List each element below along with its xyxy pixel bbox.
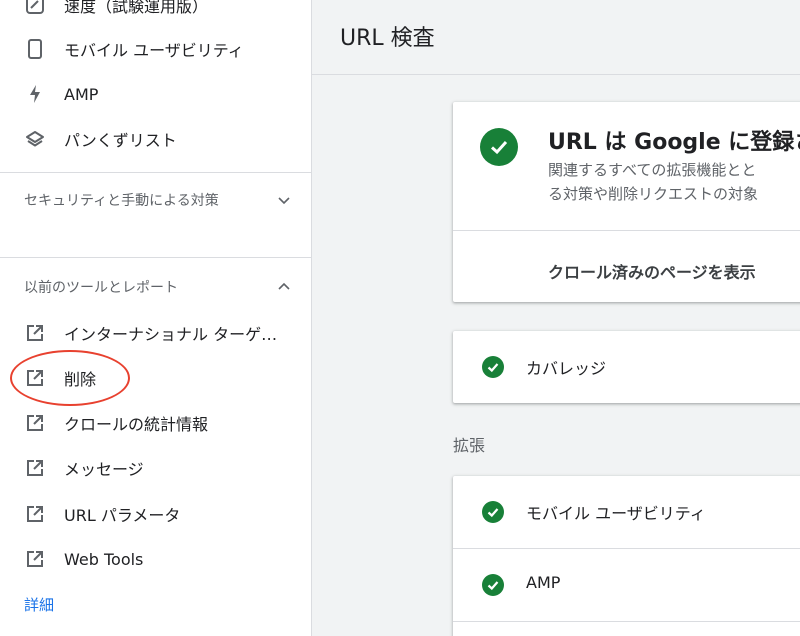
open-in-new-icon (24, 457, 46, 479)
section-security-toggle[interactable]: セキュリティと手動による対策 (24, 190, 294, 213)
check-circle-icon (482, 501, 504, 523)
enhancement-row-mobile-usability[interactable]: モバイル ユーザビリティ (453, 476, 800, 548)
description-line: 関連するすべての拡張機能とと (548, 161, 757, 179)
open-in-new-icon (24, 412, 46, 434)
open-in-new-icon (24, 503, 46, 525)
sidebar-item-label: パンくずリスト (64, 131, 177, 150)
sidebar: 速度（試験運用版） モバイル ユーザビリティ AMP パンくずリスト セキュリテ… (0, 0, 312, 636)
sidebar-item-label: Web Tools (64, 549, 144, 569)
open-in-new-icon (24, 548, 46, 570)
sidebar-item-mobile-usability[interactable]: モバイル ユーザビリティ (0, 27, 311, 71)
index-status-title: URL は Google に登録さ (548, 130, 800, 155)
enhancement-label: AMP (526, 573, 561, 592)
sidebar-item-label: 速度（試験運用版） (64, 0, 209, 16)
layers-icon (24, 128, 46, 150)
chevron-down-icon (276, 192, 292, 208)
lightning-icon (24, 83, 46, 105)
open-in-new-icon (24, 322, 46, 344)
sidebar-item-web-tools[interactable]: Web Tools (0, 537, 311, 581)
highlight-annotation (10, 350, 130, 406)
check-circle-icon (482, 356, 504, 378)
sidebar-divider (0, 257, 311, 258)
coverage-row[interactable]: カバレッジ (453, 331, 800, 403)
sidebar-item-label: URL パラメータ (64, 506, 181, 525)
sidebar-item-label: メッセージ (64, 460, 144, 479)
more-link[interactable]: 詳細 (24, 594, 54, 615)
page-title: URL 検査 (340, 26, 435, 51)
enhancements-heading: 拡張 (453, 436, 486, 455)
section-legacy-toggle[interactable]: 以前のツールとレポート (24, 277, 294, 300)
view-crawled-page-link[interactable]: クロール済みのページを表示 (548, 259, 756, 283)
header: URL 検査 (312, 0, 800, 75)
sidebar-item-url-parameters[interactable]: URL パラメータ (0, 492, 311, 536)
sidebar-item-speed[interactable]: 速度（試験運用版） (0, 0, 311, 27)
index-status-description: 関連するすべての拡張機能とと る対策や削除リクエストの対象 (548, 158, 800, 206)
enhancement-row-amp[interactable]: AMP (453, 549, 800, 621)
sidebar-divider (0, 172, 311, 173)
sidebar-item-amp[interactable]: AMP (0, 72, 311, 116)
smartphone-icon (24, 38, 46, 60)
chevron-up-icon (276, 279, 292, 295)
sidebar-item-label: クロールの統計情報 (64, 415, 209, 434)
sidebar-item-label: AMP (64, 84, 99, 104)
gauge-icon (24, 0, 46, 16)
sidebar-item-breadcrumbs[interactable]: パンくずリスト (0, 117, 311, 161)
sidebar-item-crawl-stats[interactable]: クロールの統計情報 (0, 401, 311, 445)
check-circle-icon (480, 128, 518, 166)
section-security-label: セキュリティと手動による対策 (24, 193, 219, 209)
section-legacy-label: 以前のツールとレポート (24, 280, 178, 296)
enhancements-card: モバイル ユーザビリティ AMP (453, 476, 800, 636)
sidebar-item-label: インターナショナル ターゲ… (64, 325, 278, 344)
enhancement-label: モバイル ユーザビリティ (526, 504, 706, 523)
description-line: る対策や削除リクエストの対象 (548, 185, 759, 203)
sidebar-item-label: モバイル ユーザビリティ (64, 41, 244, 60)
check-circle-icon (482, 574, 504, 596)
coverage-label: カバレッジ (526, 359, 607, 378)
sidebar-item-messages[interactable]: メッセージ (0, 446, 311, 490)
index-status-card: URL は Google に登録さ 関連するすべての拡張機能とと る対策や削除リ… (453, 102, 800, 302)
card-divider (453, 230, 800, 231)
card-divider (453, 621, 800, 622)
sidebar-item-international-targeting[interactable]: インターナショナル ターゲ… (0, 311, 311, 355)
